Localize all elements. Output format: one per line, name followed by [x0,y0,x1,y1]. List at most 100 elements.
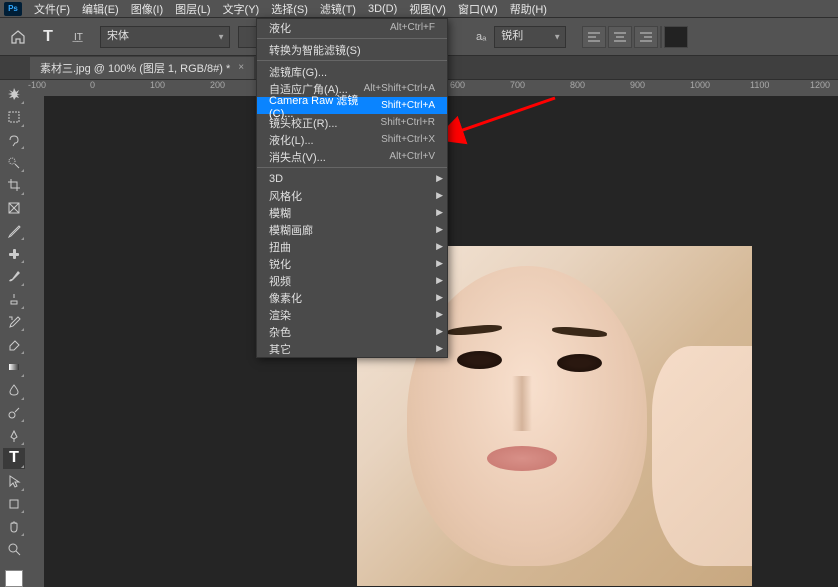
healing-tool[interactable] [3,243,25,264]
filter-menu-item[interactable]: 液化(L)... Shift+Ctrl+X [257,131,447,148]
menu-item-label: 液化(L)... [269,132,314,148]
menu-select[interactable]: 选择(S) [265,0,314,19]
menu-item-label: 扭曲 [269,239,291,255]
chevron-right-icon: ▶ [436,241,443,252]
align-right-button[interactable] [634,26,658,48]
menu-help[interactable]: 帮助(H) [504,0,553,19]
type-tool-icon: T [36,25,60,49]
hand-tool[interactable] [3,516,25,537]
ruler-tick: 600 [450,80,465,90]
chevron-right-icon: ▶ [436,258,443,269]
filter-menu-item[interactable]: 扭曲 ▶ [257,238,447,255]
align-center-button[interactable] [608,26,632,48]
tools-panel: T [0,80,28,587]
chevron-right-icon: ▶ [436,292,443,303]
menu-item-label: 转换为智能滤镜(S) [269,42,361,58]
chevron-right-icon: ▶ [436,326,443,337]
marquee-tool[interactable] [3,107,25,128]
menu-item-label: 渲染 [269,307,291,323]
move-tool[interactable] [3,84,25,105]
filter-menu-item[interactable]: 像素化 ▶ [257,289,447,306]
menu-item-label: 消失点(V)... [269,149,326,165]
eyedropper-tool[interactable] [3,221,25,242]
menu-item-label: 视频 [269,273,291,289]
lasso-tool[interactable] [3,130,25,151]
filter-menu-item[interactable]: 模糊▶ [257,204,447,221]
font-family-select[interactable]: 宋体 ▼ [100,26,230,48]
filter-menu-item[interactable]: 锐化 ▶ [257,255,447,272]
filter-menu-item[interactable]: 杂色▶ [257,323,447,340]
ruler-tick: 1000 [690,80,710,90]
crop-tool[interactable] [3,175,25,196]
gradient-tool[interactable] [3,357,25,378]
filter-menu-item[interactable]: 风格化 ▶ [257,187,447,204]
menu-separator [257,38,447,39]
menu-item-label: 风格化 [269,188,302,204]
ruler-vertical [28,96,44,587]
menu-item-label: 像素化 [269,290,302,306]
shape-tool[interactable] [3,494,25,515]
text-orientation-icon[interactable]: I̲T̲ [68,25,92,49]
document-tab[interactable]: 素材三.jpg @ 100% (图层 1, RGB/8#) * × [30,57,254,79]
menu-item-label: 模糊画廊 [269,222,313,238]
clone-tool[interactable] [3,289,25,310]
filter-menu-item[interactable]: 液化Alt+Ctrl+F [257,19,447,36]
antialias-value: 锐利 [501,30,523,42]
home-icon[interactable] [8,27,28,47]
ruler-tick: 700 [510,80,525,90]
menu-type[interactable]: 文字(Y) [217,0,266,19]
filter-menu-item[interactable]: 3D▶ [257,170,447,187]
path-select-tool[interactable] [3,471,25,492]
chevron-down-icon: ▼ [553,32,561,41]
pen-tool[interactable] [3,425,25,446]
chevron-right-icon: ▶ [436,190,443,201]
chevron-right-icon: ▶ [436,343,443,354]
chevron-right-icon: ▶ [436,275,443,286]
type-tool[interactable]: T [3,448,25,469]
menu-filter[interactable]: 滤镜(T) [314,0,362,19]
frame-tool[interactable] [3,198,25,219]
text-color-button[interactable] [664,26,688,48]
document-title: 素材三.jpg @ 100% (图层 1, RGB/8#) * [40,60,230,76]
menu-shortcut: Shift+Ctrl+R [381,117,435,128]
ruler-tick: 100 [150,80,165,90]
antialias-label: aₐ [476,31,486,43]
close-icon[interactable]: × [238,62,244,73]
blur-tool[interactable] [3,380,25,401]
brush-tool[interactable] [3,266,25,287]
align-left-button[interactable] [582,26,606,48]
quick-select-tool[interactable] [3,152,25,173]
ruler-tick: -100 [28,80,46,90]
zoom-tool[interactable] [3,539,25,560]
menu-image[interactable]: 图像(I) [125,0,169,19]
chevron-right-icon: ▶ [436,309,443,320]
svg-text:I̲T̲: I̲T̲ [72,32,83,43]
menu-item-label: 滤镜库(G)... [269,64,327,80]
ps-logo: Ps [4,2,22,16]
menu-file[interactable]: 文件(F) [28,0,76,19]
history-brush-tool[interactable] [3,312,25,333]
filter-menu-item[interactable]: Camera Raw 滤镜(C)...Shift+Ctrl+A [257,97,447,114]
menu-shortcut: Shift+Ctrl+X [381,134,435,145]
filter-menu-item[interactable]: 消失点(V)...Alt+Ctrl+V [257,148,447,165]
chevron-right-icon: ▶ [436,207,443,218]
filter-menu-item[interactable]: 模糊画廊▶ [257,221,447,238]
menu-edit[interactable]: 编辑(E) [76,0,125,19]
menu-window[interactable]: 窗口(W) [452,0,504,19]
foreground-color[interactable] [5,570,23,587]
eraser-tool[interactable] [3,334,25,355]
filter-menu-item[interactable]: 其它▶ [257,340,447,357]
filter-menu-item[interactable]: 镜头校正(R)...Shift+Ctrl+R [257,114,447,131]
chevron-down-icon: ▼ [217,32,225,41]
filter-menu-item[interactable]: 渲染 ▶ [257,306,447,323]
menu-view[interactable]: 视图(V) [403,0,452,19]
filter-menu-item[interactable]: 视频 ▶ [257,272,447,289]
menu-3d[interactable]: 3D(D) [362,1,403,17]
menu-item-label: 锐化 [269,256,291,272]
dodge-tool[interactable] [3,403,25,424]
filter-menu-item[interactable]: 转换为智能滤镜(S) [257,41,447,58]
font-family-value: 宋体 [107,30,129,42]
antialias-select[interactable]: 锐利 ▼ [494,26,566,48]
filter-menu-item[interactable]: 滤镜库(G)... [257,63,447,80]
menu-layer[interactable]: 图层(L) [169,0,216,19]
